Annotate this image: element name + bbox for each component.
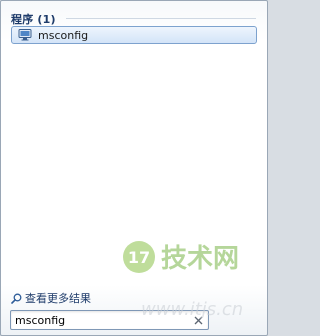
clear-icon[interactable] (192, 314, 205, 327)
result-item-msconfig[interactable]: msconfig (11, 26, 257, 44)
programs-section-header: 程序 (1) (11, 13, 56, 26)
search-box[interactable] (10, 310, 209, 330)
search-input[interactable] (15, 312, 185, 328)
watermark-site-name: 技术网 (161, 244, 239, 274)
see-more-results-link[interactable]: 查看更多结果 (11, 290, 91, 306)
section-divider (66, 18, 256, 19)
see-more-label: 查看更多结果 (25, 292, 91, 305)
monitor-icon (18, 29, 32, 41)
start-menu-search-panel: 程序 (1) msconfig 查看更多结果 msconfig 17 技术网 w… (0, 0, 268, 336)
watermark-logo-text: 17 (128, 248, 150, 267)
search-icon (11, 293, 22, 304)
result-item-label: msconfig (38, 28, 89, 42)
